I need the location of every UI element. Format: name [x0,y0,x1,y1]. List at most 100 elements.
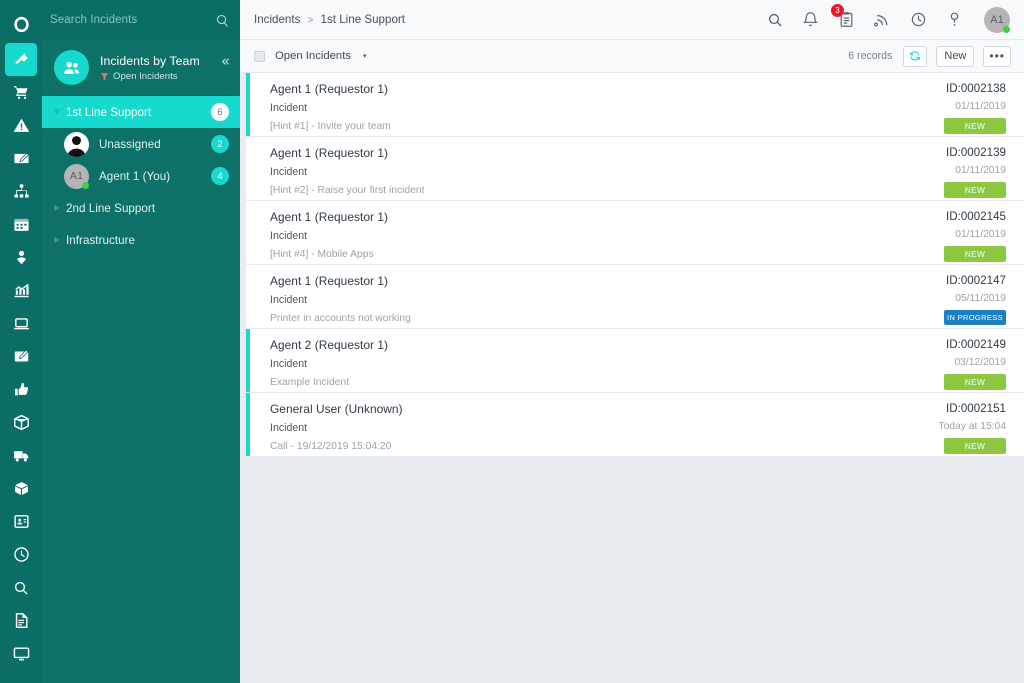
caret-down-icon[interactable]: ▼ [54,108,66,116]
open-box-icon [13,480,30,497]
notification-badge: 3 [831,4,844,17]
incident-id: ID:0002138 [946,82,1006,95]
incident-date: Today at 15:04 [938,421,1006,432]
rail-item-user-location[interactable] [5,241,37,274]
clock-history-icon[interactable] [910,11,927,28]
incident-card-meta: ID:0002147 05/11/2019 IN PROGRESS [944,265,1024,328]
incident-type: Incident [270,422,308,434]
incident-card[interactable]: Agent 1 (Requestor 1) Incident [Hint #1] -… [246,73,1024,136]
sidebar-item-infrastructure[interactable]: ▶ Infrastructure [42,224,240,256]
incident-title: Agent 1 (Requestor 1) [270,274,389,288]
incident-title: Agent 1 (Requestor 1) [270,82,389,96]
search-icon[interactable] [767,12,783,28]
warning-triangle-icon [13,117,30,134]
sidebar-child-label: Agent 1 (You) [99,169,171,183]
status-badge: IN PROGRESS [944,310,1006,325]
rail-item-logo-circle[interactable] [5,6,37,42]
breadcrumb-item-1[interactable]: 1st Line Support [321,13,405,26]
rail-item-pencil-edit[interactable] [5,142,37,175]
panel-filter-label: Open Incidents [113,70,178,82]
rail-item-package-box[interactable] [5,406,37,439]
incident-type: Incident [270,230,308,242]
sidebar-item-label: 2nd Line Support [66,201,156,215]
incident-card[interactable]: Agent 1 (Requestor 1) Incident Printer in … [246,265,1024,328]
sidebar-item-1st-line-support[interactable]: ▼ 1st Line Support 6 [42,96,240,128]
sidebar-child-count: 4 [211,167,229,185]
rail-item-shopping-cart[interactable] [5,76,37,109]
select-all-checkbox[interactable] [254,50,265,62]
status-badge: NEW [944,246,1006,262]
bell-notification-icon[interactable] [802,11,819,28]
status-badge: NEW [944,374,1006,390]
incident-card[interactable]: General User (Unknown) Incident Call - 19/… [246,393,1024,456]
breadcrumb-item-0[interactable]: Incidents [254,13,300,26]
refresh-button[interactable] [903,45,928,67]
breadcrumb-separator: > [307,13,314,26]
rail-item-bar-chart[interactable] [5,274,37,307]
avatar[interactable]: A1 [984,6,1010,33]
sidebar-child-unassigned[interactable]: Unassigned 2 [42,128,240,160]
search-input[interactable] [50,14,215,26]
incident-description: Printer in accounts not working [270,313,411,324]
incident-card-body: Agent 1 (Requestor 1) Incident [Hint #1] -… [250,73,944,136]
org-chart-icon [13,183,30,200]
sidebar-search-bar[interactable] [42,0,240,40]
search-icon[interactable] [215,13,230,28]
main-content: Incidents >1st Line Support 3 A1 Open Inci… [240,0,1024,683]
rail-item-org-chart[interactable] [5,175,37,208]
help-question-icon[interactable] [946,11,963,28]
caret-right-icon[interactable]: ▶ [54,204,66,212]
view-selector-label[interactable]: Open Incidents [275,50,351,62]
presence-indicator [82,181,89,189]
calendar-icon [13,216,30,233]
lightning-bolt-icon [13,51,30,68]
rail-item-lightning-bolt[interactable] [5,43,37,76]
rss-feed-icon[interactable] [874,11,891,28]
incident-card-meta: ID:0002145 01/11/2019 NEW [944,201,1024,264]
rail-item-delivery-truck[interactable] [5,439,37,472]
panel-title: Incidents by Team [100,53,200,68]
collapse-sidebar-button[interactable]: « [221,54,230,81]
sidebar-item-2nd-line-support[interactable]: ▶ 2nd Line Support [42,192,240,224]
id-card-icon [13,513,30,530]
rail-item-clock[interactable] [5,538,37,571]
new-incident-button[interactable]: New [936,45,975,67]
incident-card[interactable]: Agent 1 (Requestor 1) Incident [Hint #2] -… [246,137,1024,200]
more-options-button[interactable]: ••• [983,45,1011,67]
incident-card[interactable]: Agent 1 (Requestor 1) Incident [Hint #4] -… [246,201,1024,264]
app-root: Incidents by Team Open Incidents « ▼1st … [0,0,1024,683]
sidebar-item-count: 6 [211,103,229,121]
rail-item-warning-triangle[interactable] [5,109,37,142]
incident-card-body: Agent 2 (Requestor 1) Incident Example Inc… [250,329,944,392]
clipboard-tasks-icon[interactable]: 3 [831,4,855,28]
rail-item-document[interactable] [5,604,37,637]
rail-item-note-pencil[interactable] [5,340,37,373]
incident-date: 01/11/2019 [955,101,1006,112]
rail-item-laptop[interactable] [5,307,37,340]
incidents-by-team-panel: Incidents by Team Open Incidents « ▼ 1st … [42,40,240,683]
incident-id: ID:0002147 [946,274,1006,287]
caret-right-icon[interactable]: ▶ [54,236,66,244]
rail-item-monitor[interactable] [5,637,37,670]
panel-header: Incidents by Team Open Incidents « [42,40,240,95]
sidebar-child-count: 2 [211,135,229,153]
incident-list: Agent 1 (Requestor 1) Incident [Hint #1] -… [240,73,1024,683]
incident-description: Call - 19/12/2019 15:04:20 [270,441,392,452]
rail-item-thumbs-up[interactable] [5,373,37,406]
rail-item-calendar[interactable] [5,208,37,241]
sidebar-child-agent-1-you-[interactable]: A1 Agent 1 (You) 4 [42,160,240,192]
pencil-edit-icon [13,150,30,167]
sidebar: Incidents by Team Open Incidents « ▼1st … [42,0,240,683]
rail-item-id-card[interactable] [5,505,37,538]
avatar: A1 [64,163,89,189]
document-icon [13,612,30,629]
rail-item-open-box[interactable] [5,472,37,505]
incident-card[interactable]: Agent 2 (Requestor 1) Incident Example Inc… [246,329,1024,392]
clock-icon [13,546,30,563]
chevron-down-icon[interactable]: ▾ [363,52,367,60]
incident-card-meta: ID:0002138 01/11/2019 NEW [944,73,1024,136]
icon-rail [0,0,42,683]
incident-card-meta: ID:0002149 03/12/2019 NEW [944,329,1024,392]
monitor-icon [13,645,30,662]
rail-item-search[interactable] [5,571,37,604]
